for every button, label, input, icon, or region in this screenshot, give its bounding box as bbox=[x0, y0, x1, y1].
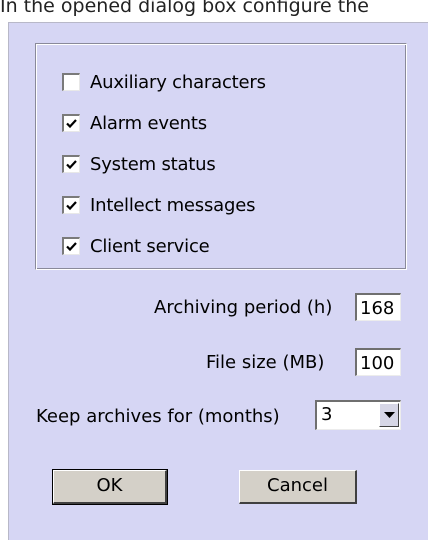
checkbox-box[interactable] bbox=[62, 196, 80, 214]
checkbox-system-status[interactable]: System status bbox=[62, 152, 216, 176]
check-mark-icon bbox=[66, 160, 77, 170]
archive-settings-dialog: Auxiliary characters Alarm events System… bbox=[8, 22, 428, 540]
keep-archives-select[interactable]: 3 bbox=[315, 400, 401, 430]
checkbox-box[interactable] bbox=[62, 155, 80, 173]
checkbox-label: Auxiliary characters bbox=[90, 71, 266, 93]
checkbox-label: System status bbox=[90, 153, 216, 175]
archiving-period-input[interactable]: 168 bbox=[355, 293, 401, 321]
check-mark-icon bbox=[66, 119, 77, 129]
checkbox-alarm-events[interactable]: Alarm events bbox=[62, 111, 207, 135]
message-types-group: Auxiliary characters Alarm events System… bbox=[35, 43, 407, 270]
checkbox-box[interactable] bbox=[62, 114, 80, 132]
dropdown-button[interactable] bbox=[379, 403, 399, 427]
file-size-label: File size (MB) bbox=[206, 352, 325, 373]
file-size-input[interactable]: 100 bbox=[355, 348, 401, 376]
check-mark-icon bbox=[66, 242, 77, 252]
checkbox-intellect-messages[interactable]: Intellect messages bbox=[62, 193, 255, 217]
ok-button[interactable]: OK bbox=[52, 469, 168, 505]
keep-archives-value: 3 bbox=[321, 404, 333, 425]
keep-archives-label: Keep archives for (months) bbox=[36, 406, 280, 427]
page-caption: In the opened dialog box configure the bbox=[0, 0, 369, 17]
check-mark-icon bbox=[66, 201, 77, 211]
checkbox-label: Alarm events bbox=[90, 112, 207, 134]
checkbox-client-service[interactable]: Client service bbox=[62, 234, 210, 258]
archiving-period-label: Archiving period (h) bbox=[154, 297, 333, 318]
cancel-button[interactable]: Cancel bbox=[239, 470, 357, 504]
checkbox-box[interactable] bbox=[62, 73, 80, 91]
chevron-down-icon bbox=[383, 411, 395, 418]
checkbox-auxiliary-characters[interactable]: Auxiliary characters bbox=[62, 70, 266, 94]
checkbox-label: Client service bbox=[90, 235, 210, 257]
checkbox-label: Intellect messages bbox=[90, 194, 256, 216]
checkbox-box[interactable] bbox=[62, 237, 80, 255]
